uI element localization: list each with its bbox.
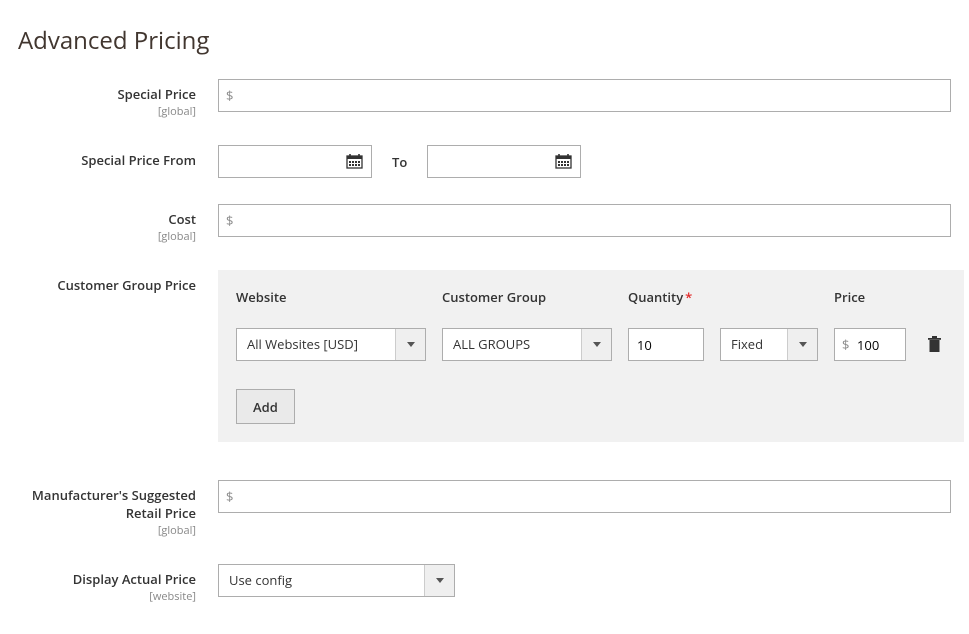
page-title: Advanced Pricing: [18, 24, 951, 57]
website-select[interactable]: All Websites [USD]: [236, 328, 426, 361]
trash-icon: [927, 336, 942, 353]
customer-group-price-panel-wrap: Website Customer Group Quantity* Price A…: [218, 270, 964, 442]
website-select-value: All Websites [USD]: [237, 329, 395, 360]
customer-group-price-row: Customer Group Price Website Customer Gr…: [18, 270, 951, 442]
display-actual-price-input-wrap: Use config: [218, 564, 951, 597]
delete-row-button[interactable]: [922, 328, 946, 361]
special-price-from-input[interactable]: [219, 146, 337, 177]
special-price-to-input[interactable]: [428, 146, 546, 177]
msrp-label: Manufacturer's Suggested Retail Price [g…: [18, 480, 218, 538]
customer-group-price-label-text: Customer Group Price: [57, 276, 196, 294]
price-type-select-value: Fixed: [721, 329, 787, 360]
cost-input-wrap: $: [218, 204, 951, 237]
chevron-down-icon: [787, 329, 817, 360]
price-input-wrap: $: [834, 328, 906, 361]
date-to-label: To: [392, 153, 407, 171]
display-actual-price-label-text: Display Actual Price: [73, 570, 196, 588]
quantity-input[interactable]: [628, 328, 704, 361]
special-price-label: Special Price [global]: [18, 79, 218, 119]
group-price-row-item: All Websites [USD] ALL GROUPS Fixed $: [236, 328, 946, 361]
customer-group-price-label: Customer Group Price: [18, 270, 218, 294]
msrp-row: Manufacturer's Suggested Retail Price [g…: [18, 480, 951, 538]
special-price-from-row: Special Price From To: [18, 145, 951, 178]
special-price-date-group: To: [218, 145, 951, 178]
header-price: Price: [834, 288, 906, 306]
chevron-down-icon: [395, 329, 425, 360]
display-actual-price-row: Display Actual Price [website] Use confi…: [18, 564, 951, 604]
customer-group-select-value: ALL GROUPS: [443, 329, 581, 360]
special-price-from-label-text: Special Price From: [81, 151, 196, 169]
special-price-input-wrap: $: [218, 79, 951, 112]
header-quantity: Quantity*: [628, 288, 704, 306]
display-actual-price-select[interactable]: Use config: [218, 564, 455, 597]
calendar-icon[interactable]: [337, 146, 371, 177]
required-marker: *: [685, 288, 692, 306]
msrp-input-wrap: $: [218, 480, 951, 513]
chevron-down-icon: [581, 329, 611, 360]
msrp-label-text: Manufacturer's Suggested Retail Price: [32, 486, 196, 522]
special-price-from-label: Special Price From: [18, 145, 218, 169]
special-price-scope: [global]: [18, 104, 196, 119]
display-actual-price-label: Display Actual Price [website]: [18, 564, 218, 604]
chevron-down-icon: [424, 565, 454, 596]
cost-scope: [global]: [18, 229, 196, 244]
special-price-label-text: Special Price: [117, 85, 196, 103]
special-price-to-field: [427, 145, 581, 178]
msrp-input[interactable]: [218, 480, 951, 513]
cost-label-text: Cost: [168, 210, 196, 228]
special-price-from-field: [218, 145, 372, 178]
customer-group-price-panel: Website Customer Group Quantity* Price A…: [218, 270, 964, 442]
cost-label: Cost [global]: [18, 204, 218, 244]
special-price-input[interactable]: [218, 79, 951, 112]
calendar-icon[interactable]: [546, 146, 580, 177]
price-input[interactable]: [834, 328, 906, 361]
header-website: Website: [236, 288, 426, 306]
msrp-scope: [global]: [18, 523, 196, 538]
price-type-select[interactable]: Fixed: [720, 328, 818, 361]
special-price-row: Special Price [global] $: [18, 79, 951, 119]
cost-row: Cost [global] $: [18, 204, 951, 244]
cost-input[interactable]: [218, 204, 951, 237]
header-customer-group: Customer Group: [442, 288, 612, 306]
group-price-header: Website Customer Group Quantity* Price: [236, 288, 946, 306]
display-actual-price-select-value: Use config: [219, 565, 424, 596]
customer-group-select[interactable]: ALL GROUPS: [442, 328, 612, 361]
add-button[interactable]: Add: [236, 389, 295, 424]
